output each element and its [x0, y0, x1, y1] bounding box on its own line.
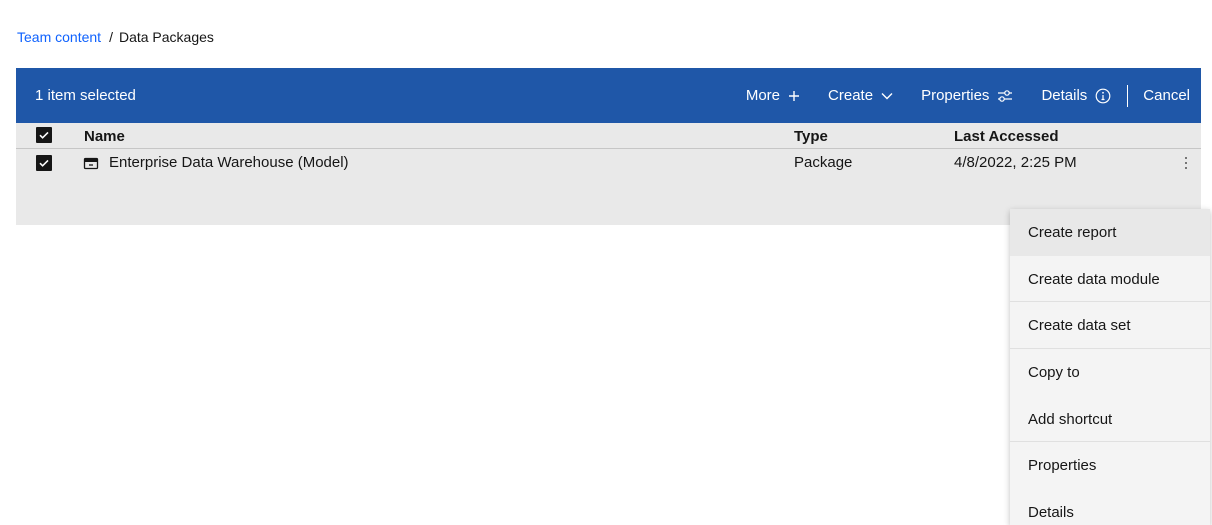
column-header-type[interactable]: Type [794, 128, 828, 146]
column-header-name[interactable]: Name [84, 128, 125, 146]
table-header: Name Type Last Accessed [16, 123, 1201, 149]
content-panel: 1 item selected More Create Properties D… [16, 68, 1201, 225]
row-checkbox[interactable] [36, 155, 52, 171]
breadcrumb-team-content-link[interactable]: Team content [17, 29, 101, 45]
menu-item-details[interactable]: Details [1010, 489, 1210, 525]
breadcrumb-separator: / [109, 29, 113, 45]
create-label: Create [828, 87, 874, 104]
plus-icon [788, 90, 800, 102]
properties-label: Properties [921, 87, 990, 104]
cancel-label: Cancel [1143, 87, 1190, 104]
row-name[interactable]: Enterprise Data Warehouse (Model) [109, 154, 349, 172]
row-last-accessed: 4/8/2022, 2:25 PM [954, 154, 1077, 171]
table-row[interactable]: Enterprise Data Warehouse (Model) Packag… [16, 150, 1201, 178]
batch-actions: More Create Properties Details Cancel [732, 68, 1201, 123]
checkmark-icon [39, 159, 49, 167]
menu-item-add-shortcut[interactable]: Add shortcut [1010, 396, 1210, 443]
cancel-button[interactable]: Cancel [1130, 68, 1201, 123]
menu-item-create-data-module[interactable]: Create data module [1010, 256, 1210, 303]
more-button[interactable]: More [732, 68, 814, 123]
overflow-menu-icon[interactable] [1178, 153, 1194, 173]
breadcrumb: Team content / Data Packages [17, 28, 214, 46]
batch-action-bar: 1 item selected More Create Properties D… [16, 68, 1201, 123]
column-header-last-accessed[interactable]: Last Accessed [954, 128, 1059, 146]
context-menu: Create report Create data module Create … [1010, 209, 1210, 525]
menu-item-create-report[interactable]: Create report [1010, 209, 1210, 256]
row-type: Package [794, 154, 853, 171]
menu-item-create-data-set[interactable]: Create data set [1010, 302, 1210, 349]
selection-count-text: 1 item selected [35, 87, 136, 104]
create-button[interactable]: Create [814, 68, 907, 123]
action-divider [1127, 84, 1129, 107]
details-button[interactable]: Details [1027, 68, 1125, 123]
information-icon [1095, 88, 1111, 104]
menu-item-copy-to[interactable]: Copy to [1010, 349, 1210, 396]
menu-item-properties[interactable]: Properties [1010, 442, 1210, 489]
select-all-checkbox[interactable] [36, 127, 52, 143]
properties-button[interactable]: Properties [907, 68, 1027, 123]
settings-adjust-icon [997, 89, 1013, 103]
package-icon [83, 156, 99, 175]
details-label: Details [1041, 87, 1088, 104]
more-label: More [745, 87, 781, 104]
chevron-down-icon [881, 92, 893, 100]
checkmark-icon [39, 131, 49, 139]
breadcrumb-current: Data Packages [118, 29, 214, 45]
